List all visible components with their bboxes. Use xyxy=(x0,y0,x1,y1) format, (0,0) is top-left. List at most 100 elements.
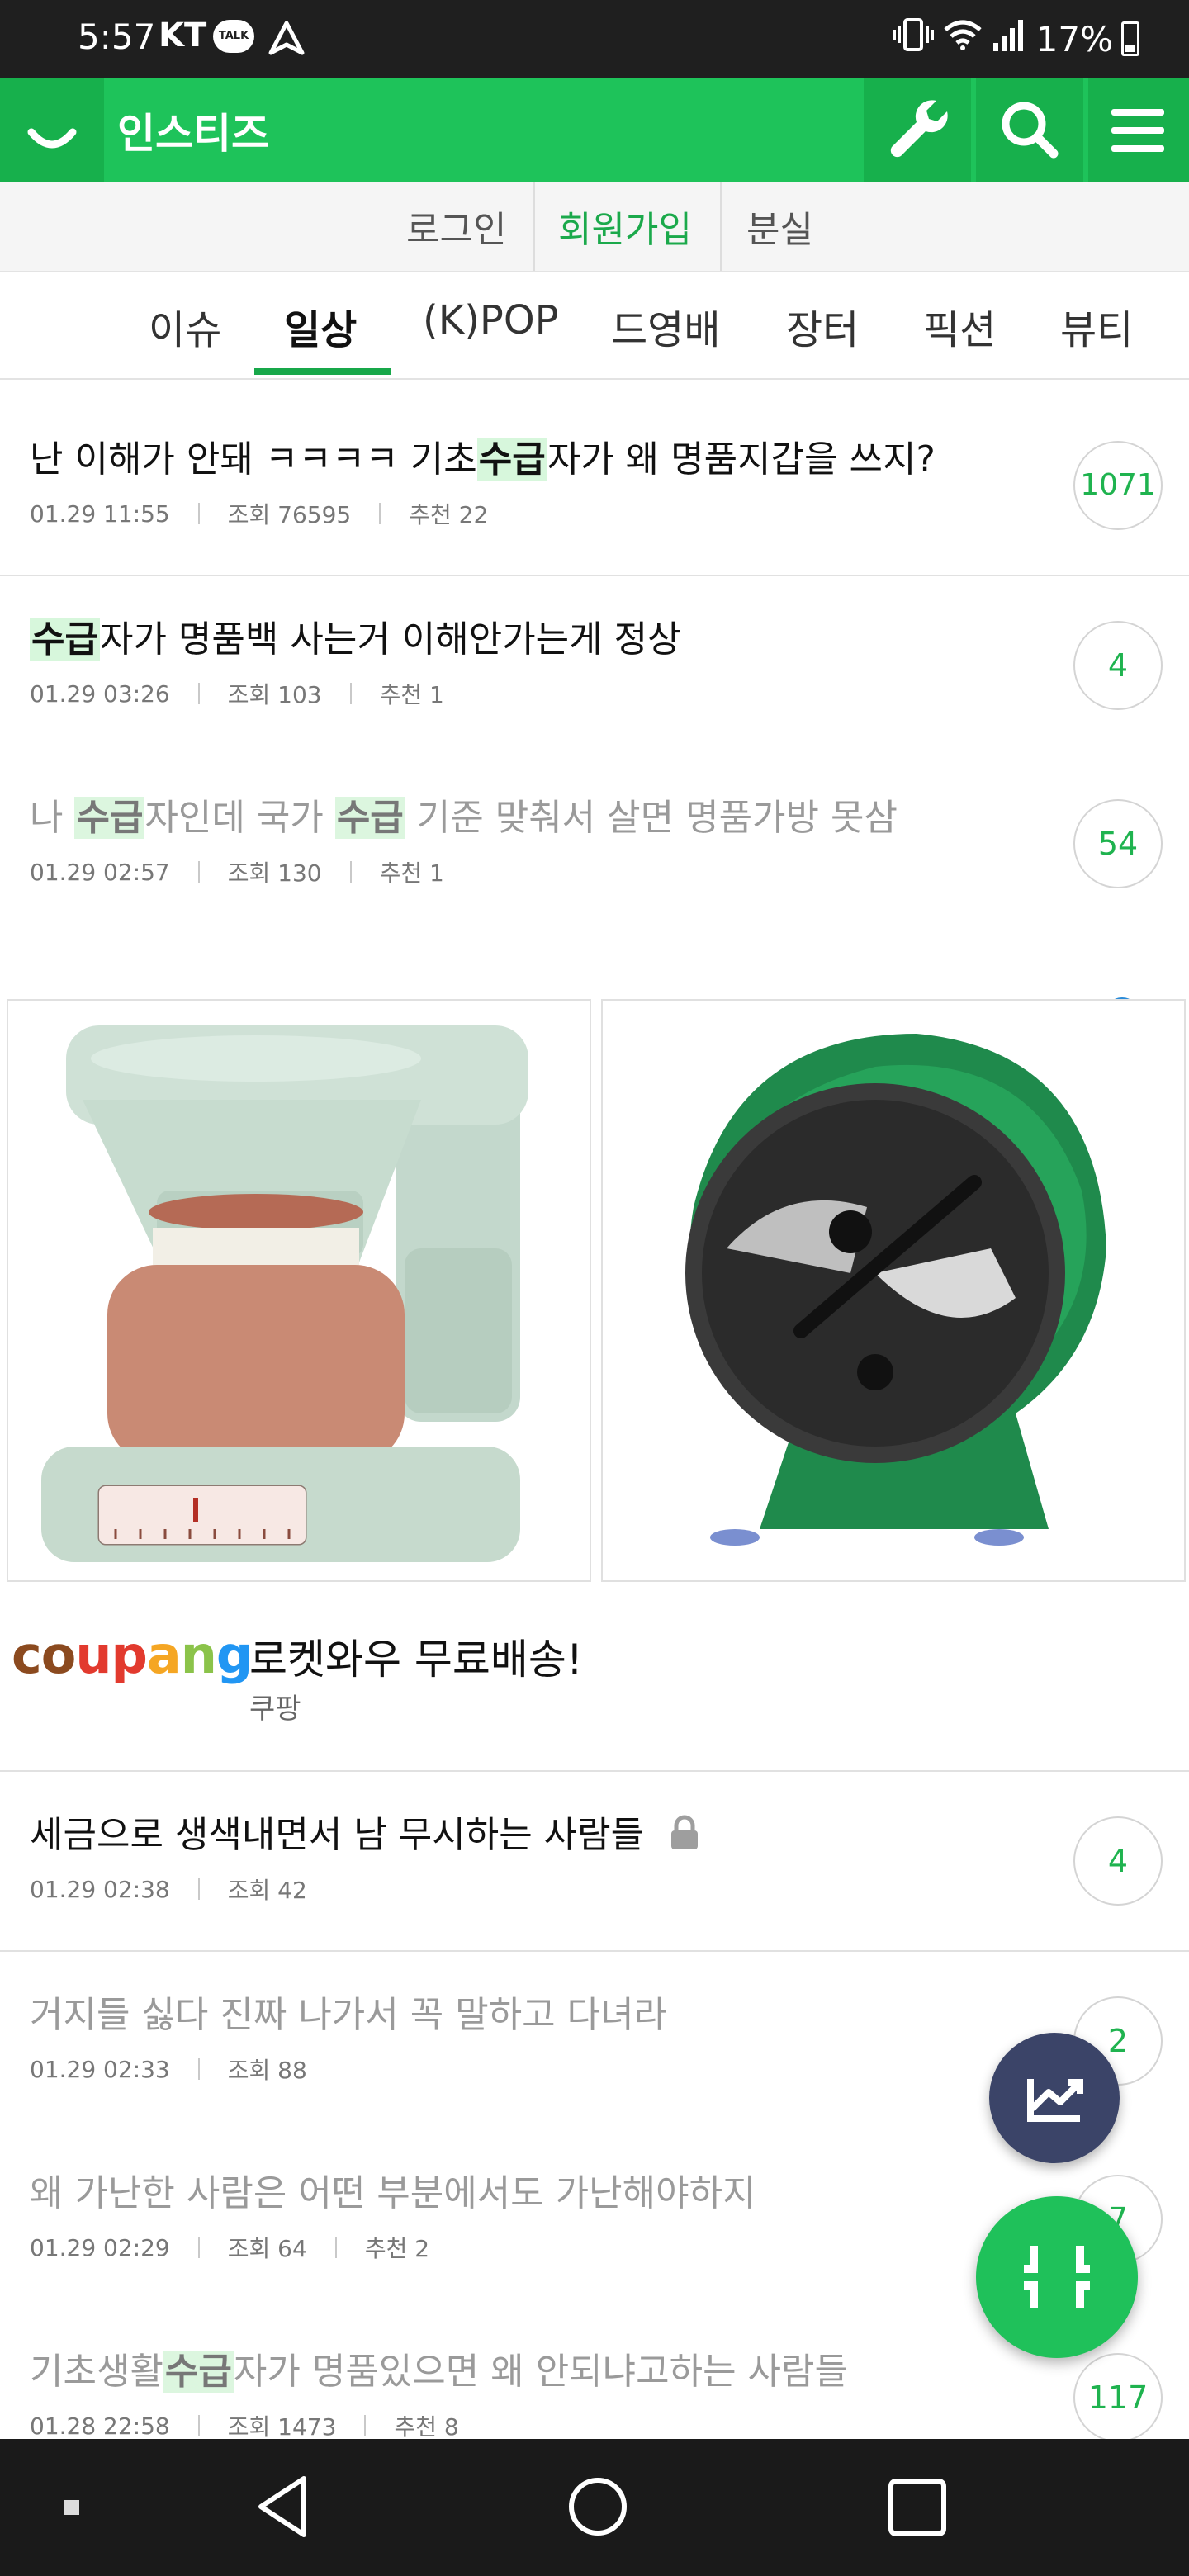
food-slicer-image xyxy=(685,1034,1106,1546)
ad-product-image[interactable] xyxy=(7,999,591,1582)
post-meta: 01.29 11:55 조회 76595 추천 22 xyxy=(30,497,488,530)
post-title[interactable]: 거지들 싫다 진짜 나가서 꼭 말하고 다녀라 xyxy=(30,1985,667,2038)
advertisement[interactable]: coupang 로켓와우 무료배송! 쿠팡 xyxy=(0,933,1189,1772)
comment-count[interactable]: 54 xyxy=(1073,799,1163,888)
post-views: 조회 42 xyxy=(227,1877,307,1904)
navigation-arrow-icon xyxy=(268,20,306,59)
recents-icon xyxy=(888,2479,946,2536)
post-views: 조회 130 xyxy=(227,859,322,887)
keyword-highlight: 수급 xyxy=(163,2351,234,2393)
battery-icon xyxy=(1121,21,1139,56)
post-meta: 01.28 22:58 조회 1473 추천 8 xyxy=(30,2409,459,2442)
settings-button[interactable] xyxy=(864,78,971,182)
app-title[interactable]: 인스티즈 xyxy=(117,101,269,160)
back-icon xyxy=(258,2476,306,2537)
lost-account-link[interactable]: 분실 xyxy=(746,200,813,253)
title-text: 자가 왜 명품지갑을 쓰지? xyxy=(547,438,936,481)
title-text: 난 이해가 안돼 ㅋㅋㅋㅋ 기초 xyxy=(30,438,477,481)
list-item[interactable]: 난 이해가 안돼 ㅋㅋㅋㅋ 기초수급자가 왜 명품지갑을 쓰지? 01.29 1… xyxy=(0,396,1189,576)
post-meta: 01.29 03:26 조회 103 추천 1 xyxy=(30,677,444,710)
status-right: 17% xyxy=(892,17,1139,61)
tab-drama[interactable]: 드영배 xyxy=(611,297,720,355)
title-text: 세금으로 생색내면서 남 무시하는 사람들 xyxy=(30,1814,645,1856)
tab-beauty[interactable]: 뷰티 xyxy=(1060,297,1133,355)
title-text: 나 xyxy=(30,797,75,839)
title-text: 기준 맞춰서 살면 명품가방 못삼 xyxy=(405,797,898,839)
vibrate-icon xyxy=(892,17,934,61)
post-meta: 01.29 02:38 조회 42 xyxy=(30,1873,307,1906)
list-item[interactable]: 수급자가 명품백 사는거 이해안가는게 정상 01.29 03:26 조회 10… xyxy=(0,576,1189,756)
post-title[interactable]: 기초생활수급자가 명품있으면 왜 안되냐고하는 사람들 xyxy=(30,2342,848,2394)
menu-icon xyxy=(1111,109,1164,152)
tab-kpop[interactable]: (K)POP xyxy=(423,297,559,343)
recents-button[interactable] xyxy=(887,2477,948,2541)
tab-fiction[interactable]: 픽션 xyxy=(923,297,996,355)
lock-icon xyxy=(667,1815,702,1860)
keyword-highlight: 수급 xyxy=(476,438,547,481)
post-meta: 01.29 02:57 조회 130 추천 1 xyxy=(30,855,444,888)
back-button[interactable] xyxy=(253,2472,314,2545)
post-recommends: 추천 1 xyxy=(379,859,444,887)
active-tab-indicator xyxy=(254,368,391,375)
trending-chart-icon xyxy=(1027,2079,1083,2122)
signup-link[interactable]: 회원가입 xyxy=(558,200,692,253)
tab-daily[interactable]: 일상 xyxy=(284,297,357,355)
ad-product-image[interactable] xyxy=(601,999,1186,1582)
post-title[interactable]: 난 이해가 안돼 ㅋㅋㅋㅋ 기초수급자가 왜 명품지갑을 쓰지? xyxy=(30,429,936,482)
post-date: 01.29 02:57 xyxy=(30,858,170,886)
smile-logo-icon xyxy=(27,128,77,149)
status-bar: 5:57 KT TALK 17% xyxy=(0,0,1189,78)
title-text: 자가 명품있으면 왜 안되냐고하는 사람들 xyxy=(233,2351,848,2393)
post-date: 01.29 11:55 xyxy=(30,500,170,528)
auth-bar: 로그인 회원가입 분실 xyxy=(0,182,1189,272)
tab-issue[interactable]: 이슈 xyxy=(149,297,221,355)
post-views: 조회 1473 xyxy=(227,2413,337,2441)
post-date: 01.28 22:58 xyxy=(30,2412,170,2440)
divider xyxy=(720,182,722,271)
title-text: 기초생활 xyxy=(30,2351,163,2393)
list-item[interactable]: 세금으로 생색내면서 남 무시하는 사람들 01.29 02:38 조회 42 … xyxy=(0,1772,1189,1952)
title-text: 자인데 국가 xyxy=(144,797,335,839)
comment-count[interactable]: 1071 xyxy=(1073,441,1163,530)
comment-count[interactable]: 4 xyxy=(1073,1816,1163,1906)
coffee-maker-image xyxy=(41,1025,528,1562)
comment-count[interactable]: 4 xyxy=(1073,621,1163,710)
battery-percent: 17% xyxy=(1035,18,1113,59)
list-item[interactable]: 나 수급자인데 국가 수급 기준 맞춰서 살면 명품가방 못삼 01.29 02… xyxy=(0,755,1189,935)
system-nav-bar xyxy=(0,2439,1189,2576)
ad-title[interactable]: 로켓와우 무료배송! xyxy=(249,1627,583,1686)
category-tabs: 이슈 일상 (K)POP 드영배 장터 픽션 뷰티 xyxy=(0,272,1189,649)
comment-count[interactable]: 117 xyxy=(1073,2353,1163,2442)
home-logo-button[interactable] xyxy=(0,78,104,182)
post-title[interactable]: 수급자가 명품백 사는거 이해안가는게 정상 xyxy=(30,609,681,662)
search-button[interactable] xyxy=(976,78,1083,182)
trending-chart-button[interactable] xyxy=(989,2033,1120,2163)
post-date: 01.29 02:38 xyxy=(30,1875,170,1903)
coupang-logo[interactable]: coupang xyxy=(12,1625,253,1685)
wrench-icon xyxy=(890,100,948,158)
menu-button[interactable] xyxy=(1088,78,1189,182)
post-title[interactable]: 세금으로 생색내면서 남 무시하는 사람들 xyxy=(30,1805,702,1860)
tab-market[interactable]: 장터 xyxy=(786,297,859,355)
wifi-icon xyxy=(942,18,983,59)
post-views: 조회 76595 xyxy=(227,501,352,528)
keyword-highlight: 수급 xyxy=(74,797,145,839)
recents-dot-icon xyxy=(64,2500,79,2515)
post-meta: 01.29 02:29 조회 64 추천 2 xyxy=(30,2231,429,2264)
post-recommends: 추천 22 xyxy=(409,501,489,528)
keyword-highlight: 수급 xyxy=(334,797,405,839)
post-recommends: 추천 2 xyxy=(364,2235,430,2262)
post-title[interactable]: 나 수급자인데 국가 수급 기준 맞춰서 살면 명품가방 못삼 xyxy=(30,788,898,841)
search-icon xyxy=(1002,102,1059,159)
login-link[interactable]: 로그인 xyxy=(406,200,506,253)
divider xyxy=(533,182,535,271)
post-date: 01.29 02:33 xyxy=(30,2055,170,2083)
status-time: 5:57 xyxy=(78,17,156,57)
collapse-button[interactable] xyxy=(976,2196,1138,2358)
post-views: 조회 88 xyxy=(227,2057,307,2084)
ad-advertiser: 쿠팡 xyxy=(249,1693,301,1726)
post-views: 조회 103 xyxy=(227,681,322,708)
home-button[interactable] xyxy=(566,2475,629,2541)
post-title[interactable]: 왜 가난한 사람은 어떤 부분에서도 가난해야하지 xyxy=(30,2163,756,2216)
post-recommends: 추천 8 xyxy=(394,2413,459,2441)
